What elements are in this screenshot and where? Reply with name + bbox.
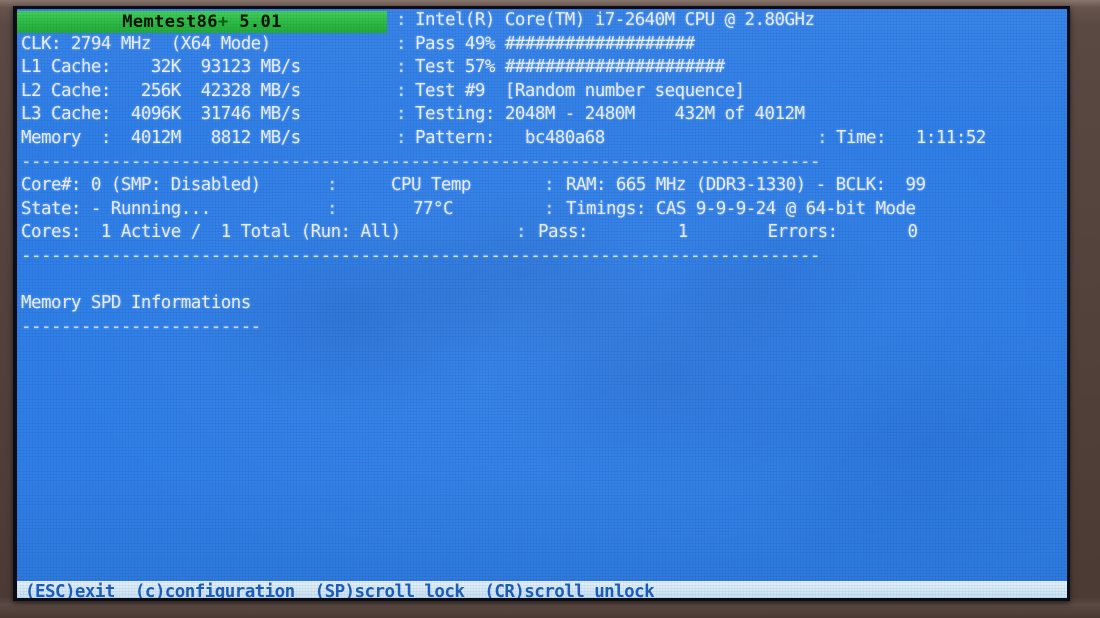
help-bar-shortcuts[interactable]: (ESC)exit (c)configuration (SP)scroll_lo…: [25, 581, 655, 598]
divider-row-2: ----------------------------------------…: [17, 245, 1067, 269]
screen-frame: Memtest86+ 5.01 : Intel(R) Core(TM) i7-2…: [13, 6, 1070, 601]
l2-cache-line: L2 Cache: 256K 42328 MB/s: [21, 80, 301, 101]
time-line: Time: 1:11:52: [836, 128, 986, 148]
column-separator: :: [396, 104, 407, 125]
title-plus-sign: +: [217, 12, 229, 32]
column-separator: :: [396, 80, 407, 101]
spd-underline-row: ------------------------: [17, 316, 1067, 340]
console-text-area: Memtest86+ 5.01 : Intel(R) Core(TM) i7-2…: [17, 9, 1067, 598]
time-separator: :: [817, 128, 828, 148]
cpu-temp-value: 77°C: [413, 198, 454, 219]
test-progress-line: Test 57% ######################: [415, 57, 725, 78]
current-test-line: Test #9 [Random number sequence]: [415, 80, 745, 101]
spd-underline: ------------------------: [21, 316, 261, 337]
pass-errors-line: Pass: 1 Errors: 0: [538, 222, 918, 243]
header-row-l2: L2 Cache: 256K 42328 MB/s : Test #9 [Ran…: [17, 80, 1067, 104]
state-line: State: - Running...: [21, 198, 211, 219]
testing-range-line: Testing: 2048M - 2480M 432M of 4012M: [415, 104, 805, 125]
l1-cache-line: L1 Cache: 32K 93123 MB/s: [21, 57, 301, 78]
memory-line: Memory : 4012M 8812 MB/s: [21, 128, 301, 148]
column-separator: :: [544, 198, 555, 219]
spd-heading-row: Memory SPD Informations: [17, 292, 1067, 316]
title-app-name: Memtest86: [122, 12, 218, 32]
cpu-temp-label: CPU Temp: [391, 175, 471, 196]
status-row-cores: Cores: 1 Active / 1 Total (Run: All) : P…: [17, 221, 1067, 245]
title-version: 5.01: [239, 12, 282, 32]
column-separator: :: [396, 57, 407, 78]
divider-dashes-mid: ----------------------------------------…: [21, 246, 820, 266]
pass-progress-line: Pass 49% ###################: [415, 33, 695, 54]
header-row-l3: L3 Cache: 4096K 31746 MB/s : Testing: 20…: [17, 103, 1067, 127]
column-separator: :: [396, 128, 407, 148]
column-separator: :: [327, 175, 338, 196]
cores-line: Cores: 1 Active / 1 Total (Run: All): [21, 222, 401, 243]
memtest-title-text: Memtest86+ 5.01: [17, 11, 387, 33]
header-row-clk: CLK: 2794 MHz (X64 Mode) : Pass 49% ####…: [17, 33, 1067, 57]
memtest-title-bar: Memtest86+ 5.01: [17, 11, 387, 33]
header-row-title: Memtest86+ 5.01 : Intel(R) Core(TM) i7-2…: [17, 9, 1067, 33]
column-separator: :: [396, 33, 407, 54]
column-separator: :: [327, 198, 338, 219]
status-row-core: Core#: 0 (SMP: Disabled) : CPU Temp : RA…: [17, 174, 1067, 198]
column-separator: :: [516, 222, 527, 243]
ram-speed-line: RAM: 665 MHz (DDR3-1330) - BCLK: 99: [566, 175, 926, 196]
memtest-screen: Memtest86+ 5.01 : Intel(R) Core(TM) i7-2…: [17, 9, 1067, 598]
cpu-model-text: Intel(R) Core(TM) i7-2640M CPU @ 2.80GHz: [415, 10, 815, 30]
l3-cache-line: L3 Cache: 4096K 31746 MB/s: [21, 104, 301, 125]
help-bar[interactable]: (ESC)exit (c)configuration (SP)scroll_lo…: [17, 581, 1067, 598]
header-row-memory: Memory : 4012M 8812 MB/s : Pattern: bc48…: [17, 127, 1067, 151]
divider-dashes-top: ----------------------------------------…: [21, 151, 820, 172]
clk-line: CLK: 2794 MHz (X64 Mode): [21, 33, 271, 54]
core-number-line: Core#: 0 (SMP: Disabled): [21, 175, 261, 196]
pattern-line: Pattern: bc480a68: [415, 128, 605, 148]
divider-row-1: ----------------------------------------…: [17, 151, 1067, 175]
monitor-bezel: Memtest86+ 5.01 : Intel(R) Core(TM) i7-2…: [0, 0, 1100, 618]
status-row-state: State: - Running... : 77°C : Timings: CA…: [17, 198, 1067, 222]
header-row-l1: L1 Cache: 32K 93123 MB/s : Test 57% ####…: [17, 56, 1067, 80]
column-separator: :: [544, 175, 555, 196]
column-separator: :: [396, 10, 407, 30]
spd-heading: Memory SPD Informations: [21, 293, 251, 314]
timings-line: Timings: CAS 9-9-9-24 @ 64-bit Mode: [566, 198, 916, 219]
pass-complete-row: ** Pass complete, no errors, press Esc t…: [17, 540, 1067, 598]
